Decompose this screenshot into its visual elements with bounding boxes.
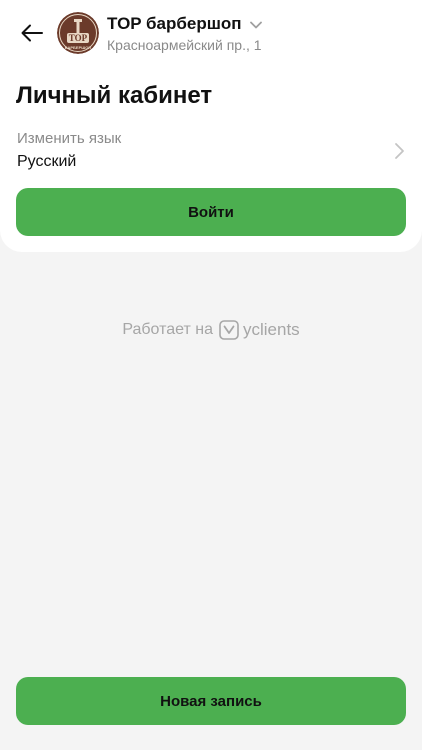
chevron-right-icon bbox=[395, 143, 404, 159]
salon-name[interactable]: TOP барбершоп bbox=[107, 14, 242, 34]
salon-address: Красноармейский пр., 1 bbox=[107, 37, 262, 53]
salon-logo: ТОР БАРБЕРШОП bbox=[57, 12, 99, 54]
powered-by-text: Работает на bbox=[122, 321, 213, 338]
svg-text:ТОР: ТОР bbox=[69, 33, 88, 43]
top-card: ТОР БАРБЕРШОП TOP барбершоп Красноармейс… bbox=[0, 0, 422, 252]
header: ТОР БАРБЕРШОП TOP барбершоп Красноармейс… bbox=[0, 0, 422, 66]
login-button[interactable]: Войти bbox=[16, 188, 406, 236]
back-button[interactable] bbox=[14, 16, 50, 50]
yclients-brand[interactable]: yclients bbox=[243, 320, 300, 340]
language-label: Изменить язык bbox=[17, 130, 122, 147]
language-value: Русский bbox=[17, 153, 77, 170]
powered-by: Работает на yclients bbox=[0, 318, 422, 342]
arrow-left-icon bbox=[21, 24, 43, 42]
svg-text:БАРБЕРШОП: БАРБЕРШОП bbox=[65, 45, 92, 50]
page-title: Личный кабинет bbox=[16, 82, 213, 109]
new-booking-button[interactable]: Новая запись bbox=[16, 677, 406, 725]
chevron-down-icon[interactable] bbox=[248, 17, 264, 33]
change-language-row[interactable]: Изменить язык Русский bbox=[0, 126, 422, 176]
yclients-logo-icon bbox=[219, 320, 239, 340]
